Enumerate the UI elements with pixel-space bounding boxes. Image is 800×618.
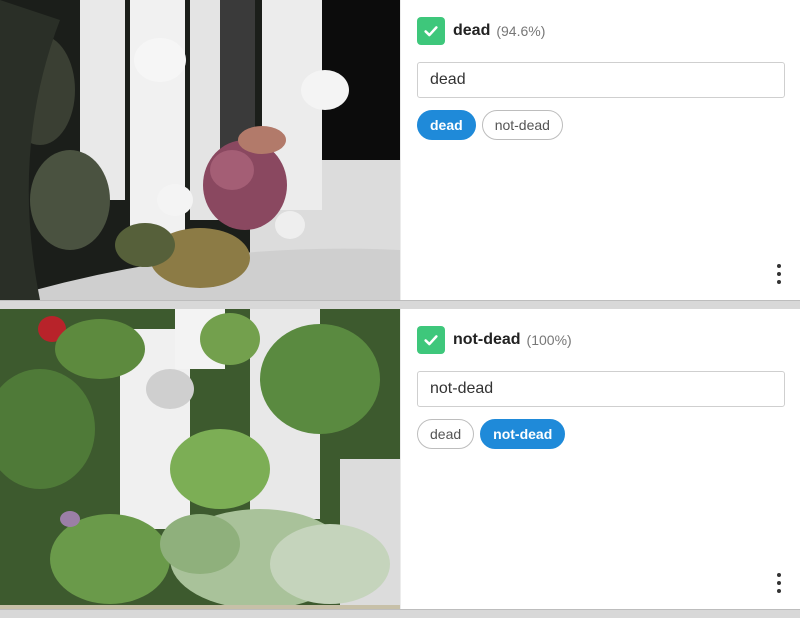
plant-photo — [0, 0, 400, 300]
option-dead-button[interactable]: dead — [417, 419, 475, 449]
more-options-icon[interactable] — [773, 264, 785, 284]
result-panel: not-dead (100%) dead not-dead — [400, 309, 800, 609]
card-divider — [0, 300, 800, 309]
option-not-dead-button[interactable]: not-dead — [480, 419, 566, 449]
result-card: dead (94.6%) dead not-dead — [0, 0, 800, 300]
label-input[interactable] — [417, 371, 785, 407]
more-options-icon[interactable] — [773, 573, 785, 593]
plant-photo — [0, 309, 400, 609]
prediction-confidence: (94.6%) — [496, 23, 546, 39]
prediction-header: not-dead (100%) — [417, 325, 785, 355]
label-options: dead not-dead — [417, 110, 785, 140]
card-divider — [0, 609, 800, 618]
check-icon — [417, 17, 445, 45]
check-icon — [417, 326, 445, 354]
plant-photo-image — [0, 0, 400, 300]
result-panel: dead (94.6%) dead not-dead — [400, 0, 800, 300]
label-options: dead not-dead — [417, 419, 785, 449]
prediction-label: not-dead — [453, 331, 521, 348]
plant-photo-image — [0, 309, 400, 609]
prediction-label: dead — [453, 22, 491, 39]
result-card: not-dead (100%) dead not-dead — [0, 309, 800, 609]
label-input[interactable] — [417, 62, 785, 98]
option-not-dead-button[interactable]: not-dead — [481, 110, 563, 140]
prediction-confidence: (100%) — [526, 332, 572, 348]
option-dead-button[interactable]: dead — [417, 110, 476, 140]
prediction-header: dead (94.6%) — [417, 16, 785, 46]
